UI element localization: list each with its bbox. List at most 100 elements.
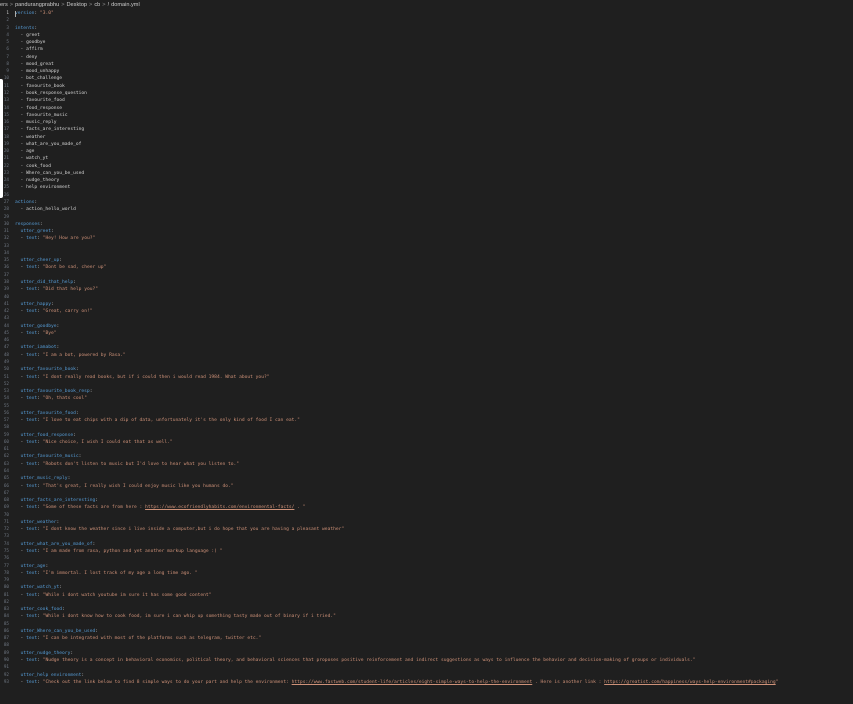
- code-line[interactable]: - text: "Nice choice, I wish I could eat…: [15, 439, 853, 446]
- code-line[interactable]: - text: "Robots don't listen to music bu…: [15, 461, 853, 468]
- code-line[interactable]: - text: "Did that help you?": [15, 286, 853, 293]
- code-line[interactable]: - text: "Great, carry on!": [15, 308, 853, 315]
- code-line[interactable]: - cook_food: [15, 163, 853, 170]
- code-line[interactable]: utter_iamabot:: [15, 344, 853, 351]
- code-line[interactable]: - text: "Oh, thats cool": [15, 395, 853, 402]
- code-line[interactable]: actions:: [15, 199, 853, 206]
- code-line[interactable]: - text: "I dont know the weather since i…: [15, 526, 853, 533]
- code-line[interactable]: - favourite_food: [15, 97, 853, 104]
- code-line[interactable]: [15, 642, 853, 649]
- code-line[interactable]: [15, 533, 853, 540]
- link-token[interactable]: https://www.ecofriendlyhabits.com/enviro…: [145, 505, 294, 510]
- code-line[interactable]: utter_nudge_theory:: [15, 650, 853, 657]
- code-line[interactable]: - favourite_music: [15, 112, 853, 119]
- code-line[interactable]: - Where_can_you_be_used: [15, 170, 853, 177]
- code-line[interactable]: [15, 250, 853, 257]
- breadcrumb-item[interactable]: ers: [0, 0, 8, 10]
- code-line[interactable]: utter_facts_are_interesting:: [15, 497, 853, 504]
- code-line[interactable]: - age: [15, 148, 853, 155]
- code-line[interactable]: utter_weather:: [15, 519, 853, 526]
- link-token[interactable]: https://www.fastweb.com/student-life/art…: [292, 680, 533, 685]
- code-line[interactable]: utter_food_response:: [15, 432, 853, 439]
- code-line[interactable]: [15, 599, 853, 606]
- breadcrumb-file-name[interactable]: domain.yml: [111, 0, 140, 10]
- code-line[interactable]: - text: "Nudge theory is a concept in be…: [15, 657, 853, 664]
- code-line[interactable]: [15, 490, 853, 497]
- code-line[interactable]: utter_favourite_food:: [15, 410, 853, 417]
- code-line[interactable]: [15, 512, 853, 519]
- link-token[interactable]: https://greatist.com/happiness/ways-help…: [604, 680, 775, 685]
- code-line[interactable]: - text: "Dont be sad, cheer up": [15, 264, 853, 271]
- code-line[interactable]: utter_age:: [15, 563, 853, 570]
- code-line[interactable]: - text: "That's great, I really wish I c…: [15, 483, 853, 490]
- code-line[interactable]: utter_cheer_up:: [15, 257, 853, 264]
- code-line[interactable]: [15, 664, 853, 671]
- code-line[interactable]: - text: "I am made from rasa, python and…: [15, 548, 853, 555]
- code-line[interactable]: - help environment: [15, 184, 853, 191]
- code-line[interactable]: - affirm: [15, 46, 853, 53]
- code-line[interactable]: [15, 468, 853, 475]
- code-editor[interactable]: 1 2 3 4 5 6 7 8 9 10 11 12 13 14 15 16 17 18 19 20 21 22 23 24 2…: [0, 10, 853, 704]
- code-line[interactable]: [15, 403, 853, 410]
- code-line[interactable]: utter_happy:: [15, 301, 853, 308]
- code-line[interactable]: - music_reply: [15, 119, 853, 126]
- code-line[interactable]: - text: "Hey! How are you?": [15, 235, 853, 242]
- code-line[interactable]: - nudge_theory: [15, 177, 853, 184]
- code-line[interactable]: - text: "Bye": [15, 330, 853, 337]
- code-line[interactable]: - text: "While i dont watch youtube im s…: [15, 592, 853, 599]
- code-line[interactable]: utter_Where_can_you_be_used:: [15, 628, 853, 635]
- code-line[interactable]: [15, 555, 853, 562]
- code-line[interactable]: - watch_yt: [15, 155, 853, 162]
- code-line[interactable]: utter_did_that_help:: [15, 279, 853, 286]
- code-line[interactable]: [15, 621, 853, 628]
- code-line[interactable]: - goodbye: [15, 39, 853, 46]
- code-line[interactable]: - weather: [15, 134, 853, 141]
- code-line[interactable]: - favourite_book: [15, 83, 853, 90]
- code-line[interactable]: utter_goodbye:: [15, 323, 853, 330]
- code-line[interactable]: utter_what_are_you_made_of:: [15, 541, 853, 548]
- code-line[interactable]: - action_hello_world: [15, 206, 853, 213]
- code-line[interactable]: [15, 315, 853, 322]
- breadcrumb-item[interactable]: pandurangprabhu: [15, 0, 59, 10]
- code-line[interactable]: - mood_unhappy: [15, 68, 853, 75]
- code-line[interactable]: intents:: [15, 25, 853, 32]
- code-line[interactable]: [15, 424, 853, 431]
- code-line[interactable]: version: "3.0": [15, 10, 853, 17]
- code-line[interactable]: - text: "I dont really read books, but i…: [15, 374, 853, 381]
- code-line[interactable]: utter_watch_yt:: [15, 584, 853, 591]
- code-line[interactable]: [15, 381, 853, 388]
- code-line[interactable]: responses:: [15, 221, 853, 228]
- code-line[interactable]: utter_greet:: [15, 228, 853, 235]
- code-line[interactable]: utter_music_reply:: [15, 475, 853, 482]
- code-line[interactable]: - text: "I can be integrated with most o…: [15, 635, 853, 642]
- code-line[interactable]: [15, 272, 853, 279]
- code-line[interactable]: - bot_challenge: [15, 75, 853, 82]
- code-line[interactable]: [15, 17, 853, 24]
- code-line[interactable]: [15, 577, 853, 584]
- code-line[interactable]: [15, 243, 853, 250]
- code-line[interactable]: - food_response: [15, 105, 853, 112]
- code-line[interactable]: utter_favourite_book_resp:: [15, 388, 853, 395]
- code-line[interactable]: - facts_are_interesting: [15, 126, 853, 133]
- code-line[interactable]: utter_favourite_music:: [15, 453, 853, 460]
- code-line[interactable]: [15, 337, 853, 344]
- code-line[interactable]: utter_cook_food:: [15, 606, 853, 613]
- side-panel-handle[interactable]: [0, 79, 3, 198]
- code-line[interactable]: utter_favourite_book:: [15, 366, 853, 373]
- code-line[interactable]: - greet: [15, 32, 853, 39]
- code-line[interactable]: - deny: [15, 54, 853, 61]
- code-line[interactable]: utter_help environment:: [15, 672, 853, 679]
- code-line[interactable]: [15, 192, 853, 199]
- code-line[interactable]: - text: "Check out the link below to fin…: [15, 679, 853, 686]
- code-line[interactable]: - text: "Some of these facts are from he…: [15, 504, 853, 511]
- code-line[interactable]: - text: "While i dont know how to cook f…: [15, 613, 853, 620]
- code-line[interactable]: - mood_great: [15, 61, 853, 68]
- code-line[interactable]: - text: "I love to eat chips with a dip …: [15, 417, 853, 424]
- code-line[interactable]: - text: "I am a bot, powered by Rasa.": [15, 352, 853, 359]
- breadcrumb-item[interactable]: Desktop: [67, 0, 88, 10]
- code-line[interactable]: - book_response_question: [15, 90, 853, 97]
- code-line[interactable]: - text: "I'm immortal. I lost track of m…: [15, 570, 853, 577]
- code-line[interactable]: [15, 446, 853, 453]
- code-line[interactable]: [15, 214, 853, 221]
- code-line[interactable]: [15, 294, 853, 301]
